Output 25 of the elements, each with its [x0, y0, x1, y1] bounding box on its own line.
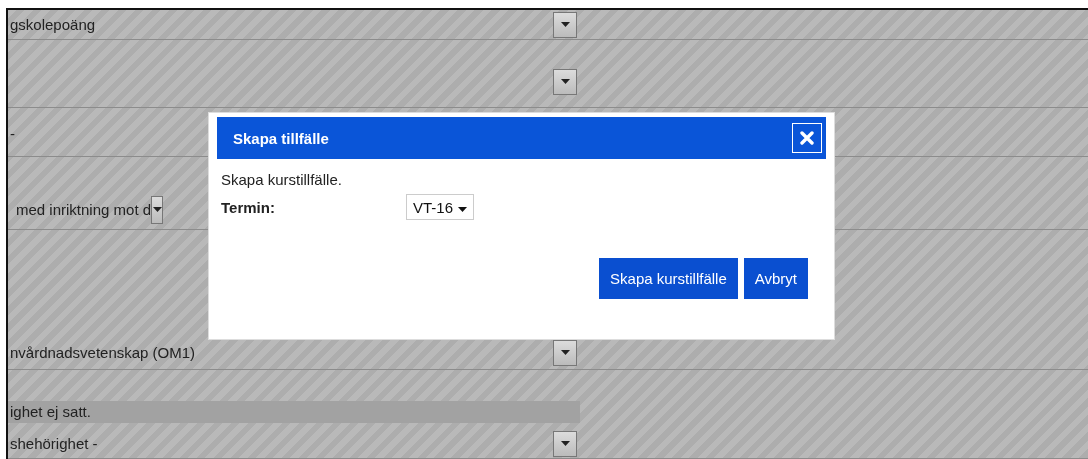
dialog-title: Skapa tillfälle — [233, 129, 329, 147]
field-label: Termin: — [221, 198, 276, 216]
dropdown-button[interactable] — [553, 430, 577, 457]
close-icon — [800, 131, 814, 145]
create-button[interactable]: Skapa kurstillfälle — [599, 258, 738, 299]
select-value: nvårdnadsvetenskap (OM1) — [9, 344, 197, 361]
dialog-message: Skapa kurstillfälle. — [221, 171, 343, 188]
caret-icon — [560, 441, 570, 446]
close-button[interactable] — [792, 123, 822, 153]
select-value: shehörighet - — [9, 435, 99, 452]
dropdown-button[interactable] — [553, 339, 577, 366]
dropdown-button[interactable] — [151, 195, 164, 224]
select-value: med inriktning mot d — [15, 201, 152, 218]
caret-icon — [560, 350, 570, 355]
caret-icon — [560, 22, 570, 27]
dropdown-button[interactable] — [553, 11, 577, 38]
caret-icon — [152, 207, 162, 212]
cancel-button[interactable]: Avbryt — [743, 258, 808, 299]
field-text: - — [9, 124, 15, 142]
select-value: gskolepoäng — [9, 16, 97, 33]
caret-icon — [458, 206, 468, 212]
caret-icon — [560, 79, 570, 84]
dropdown-button[interactable] — [553, 68, 577, 95]
term-select[interactable]: VT-16 — [406, 194, 475, 220]
notice-bar: ighet ej satt. — [8, 401, 580, 423]
